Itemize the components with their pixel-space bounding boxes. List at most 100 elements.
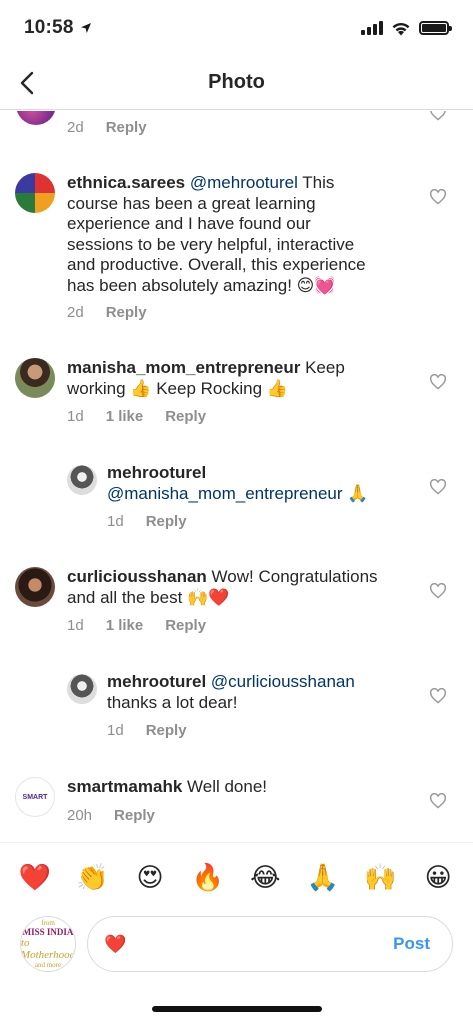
like-heart-icon[interactable] — [429, 189, 447, 205]
avatar[interactable] — [67, 674, 97, 704]
avatar[interactable] — [16, 111, 56, 125]
mention-link[interactable]: @manisha_mom_entrepreneur — [107, 484, 343, 503]
reply-button[interactable]: Reply — [165, 408, 206, 425]
home-indicator[interactable] — [152, 1006, 322, 1012]
comment-time: 2d — [67, 119, 84, 136]
reply-button[interactable]: Reply — [146, 722, 187, 739]
comment-username[interactable]: smartmamahk — [67, 777, 182, 796]
reaction-raised-hands[interactable]: 🙌 — [362, 863, 400, 893]
avatar[interactable] — [15, 173, 55, 213]
comment-body: Keep — [300, 358, 345, 377]
comment-username[interactable]: manisha_mom_entrepreneur — [67, 358, 300, 377]
reply-button[interactable]: Reply — [106, 119, 147, 136]
comment-meta: 1d Reply — [107, 513, 187, 530]
comment-meta: 1d 1 like Reply — [67, 408, 206, 425]
comment-time: 1d — [67, 617, 84, 634]
comment-meta: 2d Reply — [67, 304, 147, 321]
comment-time: 1d — [107, 722, 124, 739]
avatar[interactable] — [15, 567, 55, 607]
comment-body: working 👍 Keep Rocking 👍 — [67, 378, 288, 398]
comment-body: has been absolutely amazing! 😊💓 — [67, 275, 336, 295]
comment-body: sessions to be very helpful, interactive — [67, 234, 355, 254]
reply-button[interactable]: Reply — [114, 807, 155, 824]
post-button[interactable]: Post — [393, 934, 430, 954]
reaction-fire[interactable]: 🔥 — [189, 863, 227, 893]
comment-item: SMART smartmamahk Well done! 20h Reply — [0, 773, 473, 841]
chevron-left-icon — [20, 71, 34, 95]
reaction-joy[interactable]: 😂 — [246, 863, 284, 893]
reaction-heart-eyes[interactable]: 😍 — [131, 863, 169, 893]
like-heart-icon[interactable] — [429, 793, 447, 809]
avatar[interactable] — [67, 465, 97, 495]
avatar[interactable] — [15, 358, 55, 398]
likes-count[interactable]: 1 like — [106, 408, 144, 425]
comment-time: 2d — [67, 304, 84, 321]
comment-item: ethnica.sarees @mehrooturel This course … — [0, 167, 473, 327]
comment-body: and productive. Overall, this experience — [67, 255, 366, 274]
comment-username[interactable]: mehrooturel — [107, 463, 206, 482]
comment-body: course has been a great learning — [67, 193, 316, 213]
quick-reactions-bar: ❤️ 👏 😍 🔥 😂 🙏 🙌 😀 — [0, 842, 473, 912]
reply-button[interactable]: Reply — [106, 304, 147, 321]
reaction-grin[interactable]: 😀 — [419, 863, 457, 893]
back-button[interactable] — [14, 68, 40, 98]
comment-meta: 1d 1 like Reply — [67, 617, 206, 634]
like-heart-icon[interactable] — [429, 583, 447, 599]
clock-text: 10:58 — [24, 17, 74, 38]
comment-text: smartmamahk Well done! — [67, 777, 457, 798]
cellular-signal-icon — [361, 21, 383, 35]
reply-item: mehrooturel @curliciousshanan thanks a l… — [0, 668, 473, 748]
reaction-heart[interactable]: ❤️ — [16, 863, 54, 893]
comment-time: 1d — [67, 408, 84, 425]
comment-text: curliciousshanan Wow! Congratulations an… — [67, 567, 457, 608]
comment-meta: 1d Reply — [107, 722, 187, 739]
like-heart-icon[interactable] — [429, 111, 447, 121]
status-icons — [361, 21, 452, 36]
comment-username[interactable]: ethnica.sarees — [67, 173, 185, 192]
comment-item: manisha_mom_entrepreneur Keep working 👍 … — [0, 354, 473, 434]
comment-body: Wow! Congratulations — [206, 567, 378, 586]
like-heart-icon[interactable] — [429, 688, 447, 704]
mention-link[interactable]: @curliciousshanan — [211, 672, 355, 691]
battery-icon — [419, 21, 452, 35]
reply-button[interactable]: Reply — [146, 513, 187, 530]
current-user-avatar: from MISS INDIA to Motherhood and more — [20, 916, 76, 972]
page-title: Photo — [208, 71, 265, 93]
like-heart-icon[interactable] — [429, 479, 447, 495]
reply-button[interactable]: Reply — [165, 617, 206, 634]
comment-item: 2d Reply — [0, 111, 473, 147]
reaction-clap[interactable]: 👏 — [73, 863, 111, 893]
comment-input[interactable]: ❤️ Post — [87, 916, 453, 972]
comment-body: experience and I have found our — [67, 214, 311, 233]
comment-input-value[interactable]: ❤️ — [104, 934, 393, 955]
comment-username[interactable]: mehrooturel — [107, 672, 206, 691]
wifi-icon — [392, 22, 410, 35]
comment-time: 20h — [67, 807, 93, 824]
comment-body: This — [297, 173, 335, 192]
location-arrow-icon — [80, 23, 91, 33]
comment-composer: from MISS INDIA to Motherhood and more ❤… — [0, 912, 473, 974]
comment-username[interactable]: curliciousshanan — [67, 567, 207, 586]
avatar-logo-text: and more — [34, 961, 62, 969]
avatar-logo-text: SMART — [22, 793, 48, 801]
avatar[interactable]: SMART — [15, 777, 55, 817]
nav-bar: Photo — [0, 56, 473, 110]
comment-text: mehrooturel @manisha_mom_entrepreneur 🙏 — [107, 463, 457, 504]
comment-body: and all the best 🙌❤️ — [67, 587, 230, 607]
mention-link[interactable]: @mehrooturel — [190, 173, 298, 192]
status-time: 10:58 — [24, 17, 92, 39]
reaction-pray[interactable]: 🙏 — [304, 863, 342, 893]
comment-text: ethnica.sarees @mehrooturel This course … — [67, 173, 457, 296]
comments-list[interactable]: 2d Reply ethnica.sarees @mehrooturel Thi… — [0, 111, 473, 841]
reply-item: mehrooturel @manisha_mom_entrepreneur 🙏 … — [0, 459, 473, 539]
likes-count[interactable]: 1 like — [106, 617, 144, 634]
avatar-logo-text: from — [41, 919, 55, 927]
comment-meta: 2d Reply — [67, 119, 147, 136]
avatar-logo-text: to Motherhood — [20, 937, 76, 961]
comment-text: mehrooturel @curliciousshanan thanks a l… — [107, 672, 457, 713]
comment-meta: 20h Reply — [67, 807, 155, 824]
comment-body: thanks a lot dear! — [107, 692, 238, 712]
comment-body: Well done! — [182, 777, 268, 796]
like-heart-icon[interactable] — [429, 374, 447, 390]
comment-time: 1d — [107, 513, 124, 530]
